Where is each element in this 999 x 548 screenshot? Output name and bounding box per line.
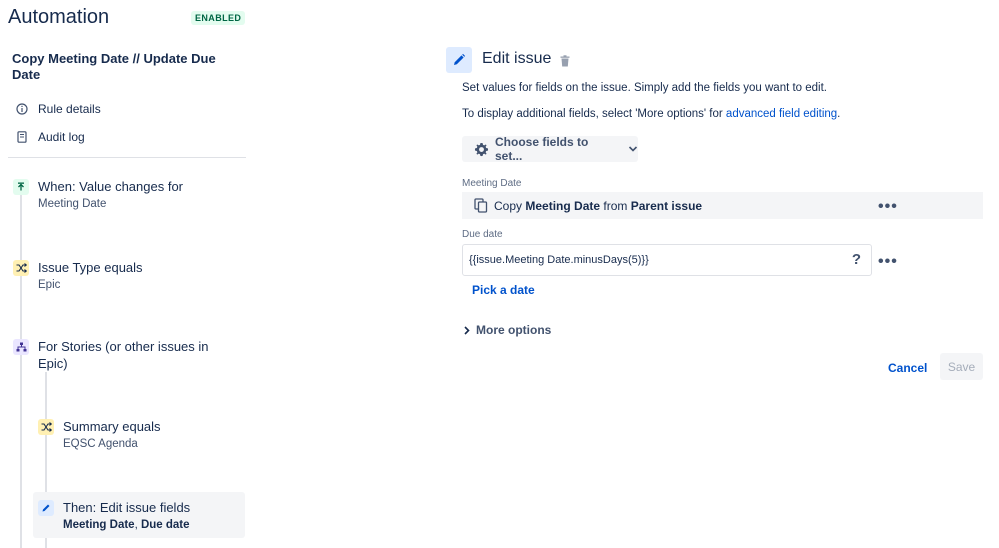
meeting-date-label: Meeting Date: [462, 178, 522, 189]
description-text: .: [837, 108, 841, 120]
condition-shuffle-icon: [38, 419, 54, 435]
step-title: For Stories (or other issues in Epic): [38, 339, 209, 371]
panel-title: Edit issue: [482, 50, 552, 67]
info-icon: [16, 103, 28, 115]
divider: [8, 157, 246, 158]
step-subtitle: Meeting Date, Due date: [63, 519, 190, 531]
advanced-field-editing-link[interactable]: advanced field editing: [726, 108, 837, 120]
chevron-right-icon: [464, 325, 470, 335]
panel-description-advanced: To display additional fields, select 'Mo…: [462, 108, 840, 120]
choose-fields-button[interactable]: Choose fields to set...: [462, 135, 638, 163]
trigger-icon: [13, 179, 29, 195]
page-title: Automation: [8, 6, 110, 28]
step-subtitle: Meeting Date: [38, 198, 107, 210]
rule-step-condition-summary[interactable]: Summary equals EQSC Agenda: [38, 418, 161, 450]
step-subtitle-field: Due date: [140, 519, 190, 531]
from-word: from: [603, 198, 628, 213]
help-icon[interactable]: ?: [852, 251, 861, 268]
sidebar-item-label: Rule details: [38, 102, 101, 116]
sidebar-item-rule-details[interactable]: Rule details: [16, 102, 101, 116]
meeting-date-field[interactable]: Copy Meeting Date from Parent issue: [462, 192, 983, 219]
gear-icon: [474, 142, 489, 157]
step-title: When: Value changes for: [38, 179, 184, 194]
step-subtitle-field: Meeting Date: [63, 519, 135, 531]
status-badge: ENABLED: [191, 11, 246, 25]
description-text: To display additional fields, select 'Mo…: [462, 108, 726, 120]
condition-shuffle-icon: [13, 260, 29, 276]
step-title: Summary equals: [63, 419, 161, 434]
cancel-button[interactable]: Cancel: [888, 361, 927, 375]
rule-name: Copy Meeting Date // Update Due Date: [12, 51, 216, 82]
save-button[interactable]: Save: [940, 353, 983, 380]
sidebar-item-audit-log[interactable]: Audit log: [16, 130, 85, 144]
due-date-label: Due date: [462, 229, 503, 240]
document-icon: [16, 131, 28, 143]
copy-icon: [474, 198, 488, 213]
step-title: Then: Edit issue fields: [63, 500, 191, 515]
sidebar-item-label: Audit log: [38, 130, 85, 144]
due-date-input[interactable]: {{issue.Meeting Date.minusDays(5)}} ?: [462, 244, 872, 276]
pencil-icon: [446, 47, 472, 73]
more-options-toggle[interactable]: More options: [464, 323, 551, 337]
copy-source: Parent issue: [630, 198, 703, 213]
pencil-icon: [38, 500, 54, 516]
branch-icon: [13, 339, 29, 355]
rule-step-condition-issue-type[interactable]: Issue Type equals Epic: [13, 259, 143, 291]
due-date-value: {{issue.Meeting Date.minusDays(5)}}: [469, 254, 649, 266]
step-title: Issue Type equals: [38, 260, 143, 275]
rule-step-action-edit-issue[interactable]: Then: Edit issue fields Meeting Date, Du…: [38, 499, 190, 531]
rule-step-trigger[interactable]: When: Value changes for Meeting Date: [13, 178, 183, 210]
chevron-down-icon: [628, 145, 638, 153]
step-subtitle: Epic: [38, 279, 61, 291]
more-actions-icon[interactable]: •••: [878, 198, 898, 216]
more-actions-icon[interactable]: •••: [878, 253, 898, 271]
choose-fields-label: Choose fields to set...: [495, 135, 589, 163]
panel-description: Set values for fields on the issue. Simp…: [462, 82, 828, 94]
pick-a-date-link[interactable]: Pick a date: [472, 283, 535, 297]
copy-word: Copy: [494, 198, 523, 213]
rule-step-branch[interactable]: For Stories (or other issues in Epic): [13, 338, 233, 372]
more-options-label: More options: [476, 323, 552, 337]
step-subtitle: EQSC Agenda: [63, 438, 138, 450]
copy-field-name: Meeting Date: [525, 198, 601, 213]
trash-icon[interactable]: [560, 54, 570, 72]
